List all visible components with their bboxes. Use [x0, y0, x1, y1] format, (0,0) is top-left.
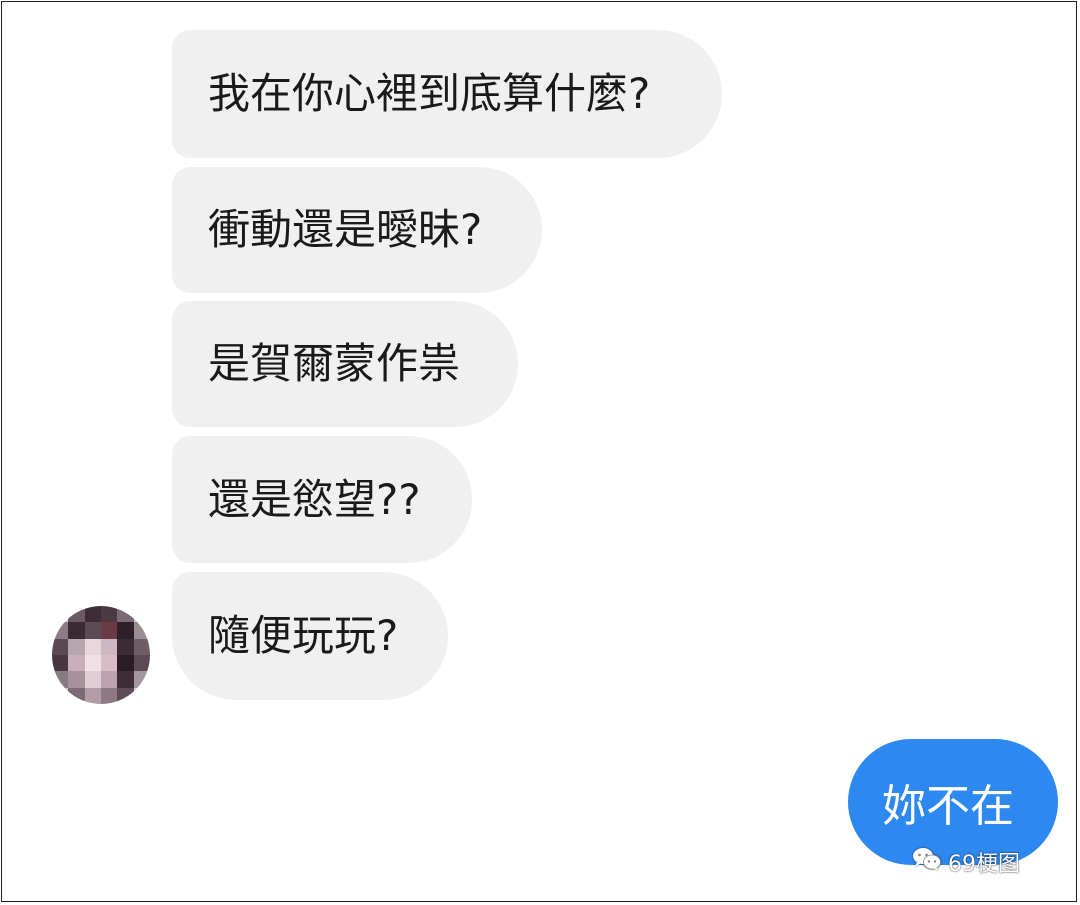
- incoming-message-bubble: 隨便玩玩?: [172, 572, 448, 700]
- watermark-text: 69梗图: [948, 852, 1020, 877]
- incoming-message-bubble: 還是慾望??: [172, 436, 472, 563]
- avatar[interactable]: [52, 606, 150, 704]
- watermark: 69梗图: [912, 844, 1020, 880]
- chat-screenshot: 我在你心裡到底算什麼? 衝動還是曖昧? 是賀爾蒙作祟 還是慾望?? 隨便玩玩? …: [1, 1, 1077, 902]
- incoming-message-bubble: 我在你心裡到底算什麼?: [172, 30, 722, 158]
- message-text: 隨便玩玩?: [208, 611, 399, 660]
- message-text: 還是慾望??: [208, 474, 421, 524]
- wechat-icon: [912, 846, 942, 878]
- message-text: 我在你心裡到底算什麼?: [208, 69, 651, 118]
- incoming-message-bubble: 是賀爾蒙作祟: [172, 301, 518, 427]
- message-text: 是賀爾蒙作祟: [208, 339, 461, 388]
- message-text: 妳不在: [882, 781, 1014, 832]
- incoming-message-bubble: 衝動還是曖昧?: [172, 167, 542, 293]
- message-text: 衝動還是曖昧?: [208, 205, 483, 254]
